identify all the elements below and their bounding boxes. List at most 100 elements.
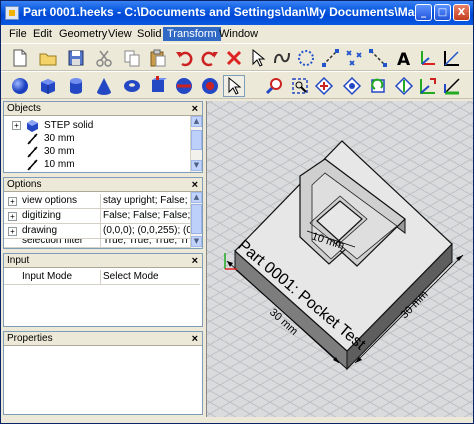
- menu-bar: File Edit Geometry View Solid Transform …: [1, 25, 473, 43]
- points-icon[interactable]: [343, 47, 365, 69]
- scroll-down-icon[interactable]: ▼: [191, 160, 202, 171]
- options-panel: Options × + view options stay upright; F…: [3, 177, 203, 249]
- fly-icon[interactable]: [367, 75, 389, 97]
- input-panel-header: Input ×: [4, 254, 202, 268]
- options-row[interactable]: + drawing (0,0,0); (0,0,255); (0: [4, 224, 190, 239]
- dimension-icon: [27, 146, 38, 158]
- menu-file[interactable]: File: [5, 27, 31, 41]
- tree-item-label: STEP solid: [44, 120, 94, 131]
- view-back-icon[interactable]: [417, 75, 439, 97]
- undo-icon[interactable]: [173, 47, 195, 69]
- objects-panel: Objects × + STEP solid 30 mm 30 mm 10 mm…: [3, 101, 203, 173]
- option-value[interactable]: True; True; True; Tr: [100, 239, 190, 247]
- input-panel-title: Input: [7, 255, 30, 266]
- line-segments-icon[interactable]: [367, 47, 389, 69]
- fit-view-icon[interactable]: [393, 75, 415, 97]
- cylinder-icon[interactable]: [65, 75, 87, 97]
- options-scrollbar[interactable]: ▲ ▼: [190, 192, 202, 248]
- option-name: drawing: [22, 225, 58, 236]
- main-window: Part 0001.heeks - C:\Documents and Setti…: [0, 0, 474, 424]
- options-row[interactable]: + view options stay upright; False; F: [4, 194, 190, 209]
- cut-icon[interactable]: [93, 47, 115, 69]
- tree-item-label: 30 mm: [44, 133, 75, 144]
- redo-icon[interactable]: [199, 47, 221, 69]
- pan-icon[interactable]: [289, 75, 311, 97]
- rotate-view-icon[interactable]: [341, 75, 363, 97]
- line-points-icon[interactable]: [319, 47, 341, 69]
- properties-panel: Properties ×: [3, 331, 203, 415]
- options-row[interactable]: + digitizing False; False; False; F: [4, 209, 190, 224]
- scroll-down-icon[interactable]: ▼: [191, 236, 202, 247]
- menu-geometry[interactable]: Geometry: [55, 27, 111, 41]
- dimension-icon: [27, 159, 38, 171]
- new-file-icon[interactable]: [9, 47, 31, 69]
- option-name: digitizing: [22, 210, 61, 221]
- select-arrow-icon[interactable]: [247, 47, 269, 69]
- expander-icon[interactable]: +: [8, 227, 17, 236]
- title-bar[interactable]: Part 0001.heeks - C:\Documents and Setti…: [1, 1, 473, 25]
- close-button[interactable]: X: [453, 4, 470, 21]
- menu-window[interactable]: Window: [215, 27, 262, 41]
- objects-panel-title: Objects: [7, 103, 41, 114]
- toolbar-bottom: [1, 71, 473, 99]
- solid-icon: [27, 120, 38, 132]
- menu-transform[interactable]: Transform: [163, 27, 221, 41]
- maximize-button[interactable]: □: [434, 4, 451, 21]
- sphere-icon[interactable]: [9, 75, 31, 97]
- input-panel: Input × Input Mode Select Mode: [3, 253, 203, 327]
- option-value[interactable]: False; False; False; F: [100, 209, 190, 223]
- circle-dotted-icon[interactable]: [295, 47, 317, 69]
- input-value[interactable]: Select Mode: [100, 270, 200, 284]
- union-icon[interactable]: [147, 75, 169, 97]
- scroll-up-icon[interactable]: ▲: [191, 116, 202, 127]
- expander-icon[interactable]: +: [8, 197, 17, 206]
- save-icon[interactable]: [65, 47, 87, 69]
- scroll-up-icon[interactable]: ▲: [191, 192, 202, 203]
- coord-system-icon[interactable]: [417, 47, 439, 69]
- expander-icon[interactable]: +: [12, 121, 21, 130]
- properties-close-icon[interactable]: ×: [192, 332, 198, 346]
- cube-icon[interactable]: [37, 75, 59, 97]
- app-icon: [5, 6, 19, 20]
- delete-icon[interactable]: [223, 47, 245, 69]
- part-model: 10 mm 30 mm 30 mm Part 0001: Pocket Test: [224, 140, 464, 371]
- graphics-viewport[interactable]: 10 mm 30 mm 30 mm Part 0001: Pocket Test: [206, 101, 473, 423]
- input-row[interactable]: Input Mode Select Mode: [4, 270, 200, 285]
- spline-icon[interactable]: [271, 47, 293, 69]
- ruler-icon[interactable]: [441, 75, 463, 97]
- torus-icon[interactable]: [121, 75, 143, 97]
- subtract-icon[interactable]: [173, 75, 195, 97]
- option-value[interactable]: (0,0,0); (0,0,255); (0: [100, 224, 190, 238]
- copy-icon[interactable]: [121, 47, 143, 69]
- zoom-icon[interactable]: [313, 75, 335, 97]
- options-panel-title: Options: [7, 179, 42, 190]
- objects-panel-header: Objects ×: [4, 102, 202, 116]
- properties-panel-title: Properties: [7, 333, 53, 344]
- select-mode-icon[interactable]: [223, 75, 245, 97]
- scale-icon[interactable]: [441, 47, 463, 69]
- expander-icon[interactable]: +: [8, 212, 17, 221]
- options-panel-header: Options ×: [4, 178, 202, 192]
- cone-icon[interactable]: [93, 75, 115, 97]
- menu-view[interactable]: View: [104, 27, 136, 41]
- input-close-icon[interactable]: ×: [192, 254, 198, 268]
- text-icon[interactable]: A: [393, 47, 415, 69]
- objects-scrollbar[interactable]: ▲ ▼: [190, 116, 202, 172]
- menu-solid[interactable]: Solid: [133, 27, 165, 41]
- scroll-thumb[interactable]: [191, 130, 202, 150]
- options-row[interactable]: selection filter True; True; True; Tr: [4, 239, 190, 248]
- intersect-icon[interactable]: [199, 75, 221, 97]
- zoom-window-icon[interactable]: [263, 75, 285, 97]
- input-name: Input Mode: [22, 271, 73, 282]
- open-folder-icon[interactable]: [37, 47, 59, 69]
- menu-edit[interactable]: Edit: [29, 27, 56, 41]
- objects-close-icon[interactable]: ×: [192, 102, 198, 116]
- options-close-icon[interactable]: ×: [192, 178, 198, 192]
- scroll-thumb[interactable]: [191, 204, 202, 234]
- option-value[interactable]: stay upright; False; F: [100, 194, 190, 208]
- paste-icon[interactable]: [147, 47, 169, 69]
- tree-item-label: 30 mm: [44, 146, 75, 157]
- minimize-button[interactable]: _: [415, 4, 432, 21]
- svg-text:A: A: [397, 50, 411, 68]
- option-name: view options: [22, 195, 78, 206]
